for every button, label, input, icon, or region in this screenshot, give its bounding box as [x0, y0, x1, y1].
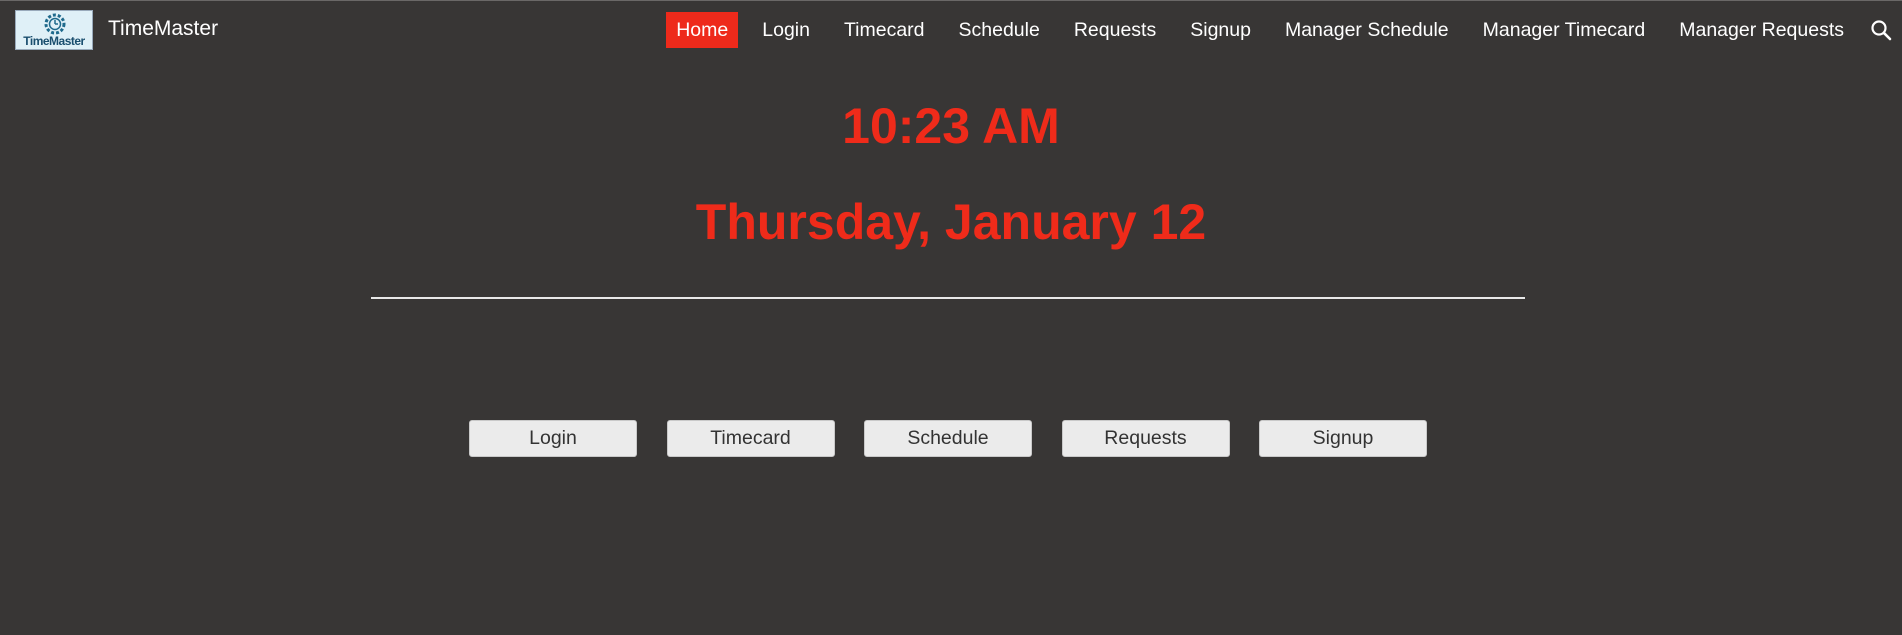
divider — [371, 297, 1525, 299]
nav-manager-schedule[interactable]: Manager Schedule — [1275, 12, 1459, 48]
quick-links: Login Timecard Schedule Requests Signup — [469, 420, 1457, 457]
current-date: Thursday, January 12 — [695, 194, 1207, 250]
nav-timecard[interactable]: Timecard — [834, 12, 935, 48]
nav-login[interactable]: Login — [752, 12, 820, 48]
nav-schedule[interactable]: Schedule — [949, 12, 1050, 48]
logo-text: TimeMaster — [23, 34, 85, 48]
brand-name[interactable]: TimeMaster — [108, 17, 218, 41]
nav-manager-timecard[interactable]: Manager Timecard — [1473, 12, 1656, 48]
requests-button[interactable]: Requests — [1061, 420, 1230, 457]
current-time: 10:23 AM — [842, 98, 1060, 154]
signup-button[interactable]: Signup — [1259, 420, 1427, 457]
schedule-button[interactable]: Schedule — [864, 420, 1032, 457]
nav-requests[interactable]: Requests — [1064, 12, 1166, 48]
nav-manager-requests[interactable]: Manager Requests — [1669, 12, 1854, 48]
nav-home[interactable]: Home — [666, 12, 739, 48]
timecard-button[interactable]: Timecard — [666, 420, 835, 457]
navbar: TimeMaster TimeMaster Home Login Timecar… — [0, 0, 1902, 60]
main-nav: Home Login Timecard Schedule Requests Si… — [652, 12, 1854, 48]
search-icon[interactable] — [1870, 19, 1892, 41]
nav-signup[interactable]: Signup — [1180, 12, 1261, 48]
logo[interactable]: TimeMaster — [15, 10, 93, 50]
login-button[interactable]: Login — [469, 420, 637, 457]
